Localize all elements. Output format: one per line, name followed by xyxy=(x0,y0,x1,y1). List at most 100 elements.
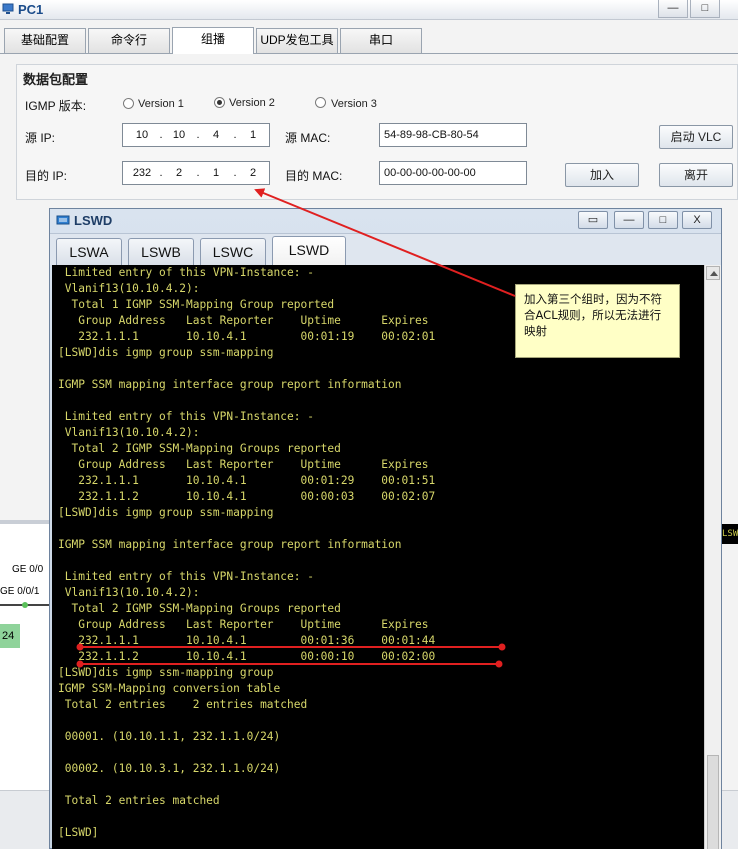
maximize-button[interactable]: □ xyxy=(690,0,720,18)
pc1-titlebar[interactable]: PC1 — □ xyxy=(0,0,738,20)
terminal-line: IGMP SSM-Mapping conversion table xyxy=(58,682,281,695)
radio-version-2[interactable] xyxy=(214,97,225,108)
terminal-line: Total 1 IGMP SSM-Mapping Group reported xyxy=(58,298,335,311)
terminal-line: 232.1.1.1 10.10.4.1 00:01:36 00:01:44 xyxy=(58,634,436,647)
minimize-button[interactable]: — xyxy=(658,0,688,18)
radio-version-2-label: Version 2 xyxy=(229,97,275,109)
tab-lswd[interactable]: LSWD xyxy=(272,236,346,266)
src-ip-label: 源 IP: xyxy=(25,131,56,145)
src-ip-octet-4: 1 xyxy=(249,129,257,141)
tab-lswc[interactable]: LSWC xyxy=(200,238,266,266)
ip-dot: . xyxy=(196,167,200,179)
tab-serial[interactable]: 串口 xyxy=(340,28,422,53)
topology-node[interactable]: 24 xyxy=(0,624,20,648)
dst-ip-octet-1: 232 xyxy=(132,167,152,179)
radio-version-3-label: Version 3 xyxy=(331,98,377,110)
terminal-line: Group Address Last Reporter Uptime Expir… xyxy=(58,618,429,631)
igmp-version-label: IGMP 版本: xyxy=(25,99,87,113)
terminal-line: 232.1.1.1 10.10.4.1 00:01:19 00:02:01 xyxy=(58,330,436,343)
link-status-dot xyxy=(22,602,28,608)
device-tab-bar: LSWA LSWB LSWC LSWD xyxy=(50,233,721,266)
start-vlc-button[interactable]: 启动 VLC xyxy=(659,125,733,149)
terminal-line: [LSWD]dis igmp group ssm-mapping xyxy=(58,346,274,359)
src-ip-field[interactable]: 10 . 10 . 4 . 1 xyxy=(122,123,270,147)
terminal-line: [LSWD]dis igmp ssm-mapping group xyxy=(58,666,274,679)
annotation-note: 加入第三个组时，因为不符合ACL规则，所以无法进行映射 xyxy=(515,284,680,358)
src-ip-octet-3: 4 xyxy=(212,129,220,141)
terminal-line: Total 2 entries matched xyxy=(58,794,220,807)
terminal-line: 00001. (10.10.1.1, 232.1.1.0/24) xyxy=(58,730,281,743)
terminal-line: Vlanif13(10.10.4.2): xyxy=(58,426,200,439)
panel-title: 数据包配置 xyxy=(23,72,89,87)
packet-config-panel: 数据包配置 IGMP 版本: Version 1 Version 2 Versi… xyxy=(16,64,738,200)
leave-button[interactable]: 离开 xyxy=(659,163,733,187)
ip-dot: . xyxy=(159,129,163,141)
terminal-line: Vlanif13(10.10.4.2): xyxy=(58,282,200,295)
tab-lswa[interactable]: LSWA xyxy=(56,238,122,266)
port-label: GE 0/0/1 xyxy=(0,586,40,597)
dst-ip-label: 目的 IP: xyxy=(25,169,68,183)
scroll-thumb[interactable] xyxy=(707,755,719,849)
dst-ip-octet-3: 1 xyxy=(212,167,220,179)
tab-lswb[interactable]: LSWB xyxy=(128,238,194,266)
terminal-line: IGMP SSM mapping interface group report … xyxy=(58,378,402,391)
radio-version-3[interactable] xyxy=(315,97,326,108)
terminal-line: Limited entry of this VPN-Instance: - xyxy=(58,266,314,279)
restore-button[interactable]: ▭ xyxy=(578,211,608,229)
port-label: GE 0/0 xyxy=(12,564,44,575)
dst-ip-field[interactable]: 232 . 2 . 1 . 2 xyxy=(122,161,270,185)
terminal-line: 00002. (10.10.3.1, 232.1.1.0/24) xyxy=(58,762,281,775)
dst-mac-label: 目的 MAC: xyxy=(285,169,343,183)
ip-dot: . xyxy=(159,167,163,179)
terminal-line: [LSWD] xyxy=(58,826,99,839)
terminal-line: Vlanif13(10.10.4.2): xyxy=(58,586,200,599)
window-title: PC1 xyxy=(18,2,44,17)
terminal-line: Group Address Last Reporter Uptime Expir… xyxy=(58,314,429,327)
pc-icon xyxy=(2,3,14,14)
topology-canvas: GE 0/0 GE 0/0/1 24 xyxy=(0,520,52,810)
terminal-line: IGMP SSM mapping interface group report … xyxy=(58,538,402,551)
terminal-line: Limited entry of this VPN-Instance: - xyxy=(58,410,314,423)
tab-basic-config[interactable]: 基础配置 xyxy=(4,28,86,53)
radio-version-1-label: Version 1 xyxy=(138,98,184,110)
close-button[interactable]: X xyxy=(682,211,712,229)
switch-icon xyxy=(56,215,70,225)
scroll-up-arrow-icon[interactable] xyxy=(706,266,720,280)
join-button[interactable]: 加入 xyxy=(565,163,639,187)
terminal-line: Total 2 IGMP SSM-Mapping Groups reported xyxy=(58,602,341,615)
src-ip-octet-1: 10 xyxy=(135,129,149,141)
radio-version-1[interactable] xyxy=(123,98,134,109)
terminal-lines: Limited entry of this VPN-Instance: - Vl… xyxy=(58,265,435,841)
pc1-tab-bar: 基础配置 命令行 组播 UDP发包工具 串口 xyxy=(0,26,738,54)
src-mac-field[interactable]: 54-89-98-CB-80-54 xyxy=(379,123,527,147)
dst-ip-octet-4: 2 xyxy=(249,167,257,179)
ip-dot: . xyxy=(196,129,200,141)
terminal-line: Limited entry of this VPN-Instance: - xyxy=(58,570,314,583)
terminal-line: Total 2 IGMP SSM-Mapping Groups reported xyxy=(58,442,341,455)
tab-command-line[interactable]: 命令行 xyxy=(88,28,170,53)
terminal-line: 232.1.1.2 10.10.4.1 00:00:03 00:02:07 xyxy=(58,490,436,503)
minimize-button[interactable]: — xyxy=(614,211,644,229)
ip-dot: . xyxy=(233,167,237,179)
dst-mac-field[interactable]: 00-00-00-00-00-00 xyxy=(379,161,527,185)
terminal-line: Group Address Last Reporter Uptime Expir… xyxy=(58,458,429,471)
terminal-line: 232.1.1.2 10.10.4.1 00:00:10 00:02:00 xyxy=(58,650,436,663)
tab-multicast[interactable]: 组播 xyxy=(172,27,254,54)
vertical-scrollbar[interactable] xyxy=(704,265,721,849)
maximize-button[interactable]: □ xyxy=(648,211,678,229)
tab-udp-tool[interactable]: UDP发包工具 xyxy=(256,28,338,53)
terminal-line: 232.1.1.1 10.10.4.1 00:01:29 00:01:51 xyxy=(58,474,436,487)
dst-ip-octet-2: 2 xyxy=(175,167,183,179)
src-mac-label: 源 MAC: xyxy=(285,131,331,145)
src-ip-octet-2: 10 xyxy=(172,129,186,141)
window-title: LSWD xyxy=(74,213,113,228)
terminal-line: [LSWD]dis igmp group ssm-mapping xyxy=(58,506,274,519)
